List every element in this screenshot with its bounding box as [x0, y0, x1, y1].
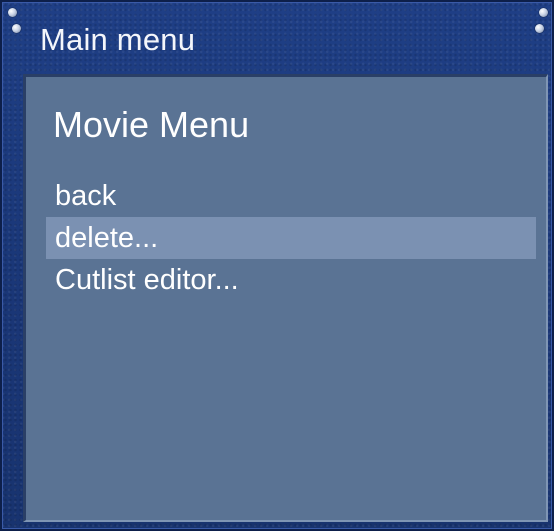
menu-item-cutlist-editor[interactable]: Cutlist editor... — [46, 259, 536, 301]
screw-icon — [539, 8, 548, 17]
panel-heading: Movie Menu — [53, 104, 250, 145]
screw-icon — [8, 8, 17, 17]
menu-item-delete[interactable]: delete... — [46, 217, 536, 259]
screw-icon — [535, 24, 544, 33]
main-menu-window: Main menu Movie Menu back delete... Cutl… — [0, 0, 554, 531]
menu-item-back[interactable]: back — [46, 175, 536, 217]
screw-icon — [12, 24, 21, 33]
movie-menu-panel: Movie Menu back delete... Cutlist editor… — [23, 74, 548, 522]
window-title: Main menu — [40, 22, 196, 57]
title-bar: Main menu — [2, 2, 552, 70]
menu-list: back delete... Cutlist editor... — [46, 175, 536, 301]
